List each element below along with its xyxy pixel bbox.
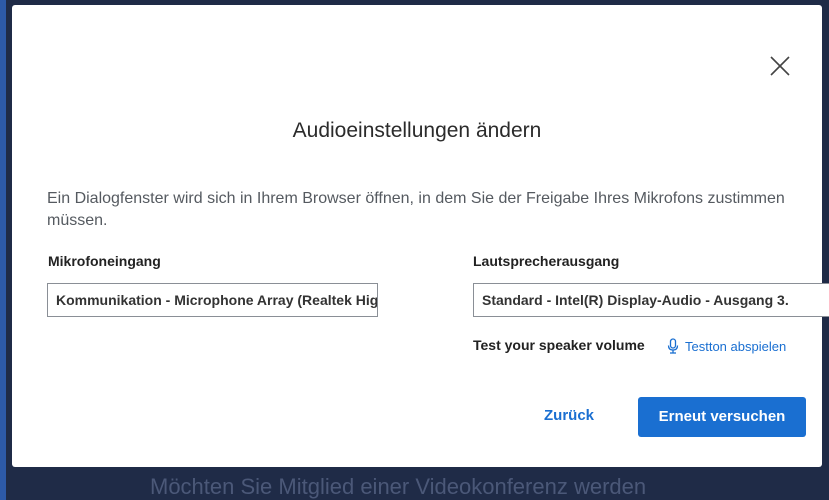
close-button[interactable] <box>767 53 793 79</box>
background-text: Möchten Sie Mitglied einer Videokonferen… <box>150 474 647 499</box>
play-test-tone-link[interactable]: Testton abspielen <box>667 338 786 354</box>
audio-settings-dialog: Audioeinstellungen ändern Ein Dialogfens… <box>12 5 829 467</box>
microphone-icon <box>667 338 679 354</box>
back-button[interactable]: Zurück <box>544 407 594 424</box>
speaker-select[interactable]: Standard - Intel(R) Display-Audio - Ausg… <box>473 283 829 317</box>
dialog-title: Audioeinstellungen ändern <box>292 119 542 142</box>
retry-button[interactable]: Erneut versuchen <box>638 397 806 437</box>
speaker-label: Lautsprecherausgang <box>473 253 620 269</box>
microphone-select[interactable]: Kommunikation - Microphone Array (Realte… <box>47 283 378 317</box>
window-edge <box>0 0 6 500</box>
speaker-test-label: Test your speaker volume <box>473 337 645 353</box>
play-test-tone-label: Testton abspielen <box>685 338 787 354</box>
microphone-label: Mikrofoneingang <box>48 253 161 269</box>
close-icon <box>770 56 790 76</box>
dialog-description: Ein Dialogfenster wird sich in Ihrem Bro… <box>47 190 785 229</box>
